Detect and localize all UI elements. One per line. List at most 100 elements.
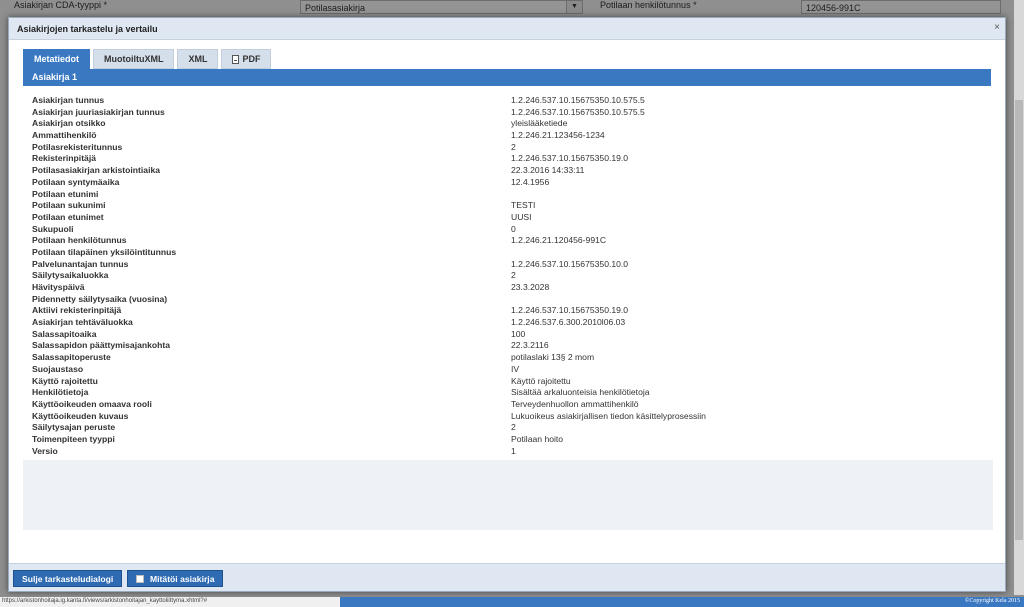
metadata-row: Säilytysaikaluokka 2 [31, 270, 991, 282]
tab-label: Metatiedot [34, 54, 79, 64]
metadata-row: Potilaan syntymäaika 12.4.1956 [31, 177, 991, 189]
void-document-button-label: Mitätöi asiakirja [150, 573, 215, 584]
copyright-text: ©Copyright Kela 2015 [964, 598, 1020, 604]
metadata-value: IV [511, 363, 520, 374]
metadata-row: Asiakirjan juuriasiakirjan tunnus 1.2.246… [31, 107, 991, 119]
metadata-value: 22.3.2016 14:33:11 [511, 165, 585, 176]
metadata-label: Asiakirjan otsikko [32, 118, 106, 129]
page-scrollbar[interactable] [1014, 0, 1024, 595]
dialog-footer: Sulje tarkasteludialogi Mitätöi asiakirj… [9, 563, 1005, 591]
dialog-title: Asiakirjojen tarkastelu ja vertailu [17, 24, 158, 34]
metadata-label: Käyttöoikeuden kuvaus [32, 410, 129, 421]
close-dialog-button[interactable]: Sulje tarkasteludialogi [13, 570, 123, 587]
metadata-value: 12.4.1956 [511, 176, 550, 187]
browser-status-bar: https://arkistonhoitaja.ig.kanta.fi/view… [0, 597, 1024, 607]
metadata-label: Potilasasiakirjan arkistointiaika [32, 165, 161, 176]
metadata-row: Henkilötietoja Sisältää arkaluonteisia he… [31, 387, 991, 399]
metadata-row: Säilytysajan peruste 2 [31, 422, 991, 434]
metadata-row: Potilaan etunimet UUSI [31, 212, 991, 224]
metadata-label: Sukupuoli [32, 223, 74, 234]
metadata-row: Toimenpiteen tyyppi Potilaan hoito [31, 434, 991, 446]
metadata-value: 2 [511, 422, 516, 433]
metadata-row: Asiakirjan tunnus 1.2.246.537.10.15675350… [31, 95, 991, 107]
metadata-label: Potilaan etunimet [32, 211, 104, 222]
metadata-value: 22.3.2116 [511, 340, 549, 351]
metadata-value: 23.3.2028 [511, 282, 550, 292]
metadata-value: 1.2.246.537.10.15675350.10.0 [511, 258, 629, 269]
metadata-row: Sukupuoli 0 [31, 224, 991, 236]
checkbox-icon [136, 574, 144, 583]
metadata-row: Ammattihenkilö 1.2.246.21.123456-1234 [31, 130, 991, 142]
metadata-list: Asiakirjan tunnus 1.2.246.537.10.15675350… [31, 95, 991, 457]
metadata-row: Salassapitoaika 100 [31, 329, 991, 341]
metadata-label: Säilytysajan peruste [32, 422, 116, 433]
tab-label: XML [188, 54, 208, 64]
status-url: https://arkistonhoitaja.ig.kanta.fi/view… [2, 598, 208, 604]
metadata-row: Salassapidon päättymisajankohta 22.3.2116 [31, 340, 991, 352]
footer-band: ©Copyright Kela 2015 [340, 597, 1024, 607]
metadata-label: Potilaan tilapäinen yksilöintitunnus [32, 246, 177, 257]
metadata-value: 0 [511, 223, 516, 234]
metadata-label: Potilaan etunimi [32, 188, 99, 199]
metadata-row: Potilaan etunimi [31, 189, 991, 201]
metadata-value: Potilaan hoito [511, 433, 564, 444]
metadata-row: Käyttöoikeuden omaava rooli Terveydenhuol… [31, 399, 991, 411]
metadata-value: 1 [511, 445, 516, 456]
metadata-value: Sisältää arkaluonteisia henkilötietoja [511, 387, 650, 398]
metadata-row: Potilasrekisteritunnus 2 [31, 142, 991, 154]
metadata-row: Pidennetty säilytysaika (vuosina) [31, 294, 991, 306]
metadata-label: Asiakirjan tehtäväluokka [32, 317, 133, 328]
metadata-row: Käyttö rajoitettu Käyttö rajoitettu [31, 376, 991, 388]
metadata-row: Rekisterinpitäjä 1.2.246.537.10.15675350.… [31, 153, 991, 165]
metadata-value: potilaslaki 13§ 2 mom [511, 352, 595, 363]
metadata-value: 1.2.246.21.120456-991C [511, 235, 607, 246]
metadata-label: Hävityspäivä [32, 282, 85, 292]
metadata-label: Potilaan syntymäaika [32, 176, 120, 187]
metadata-row: Potilaan henkilötunnus 1.2.246.21.120456-… [31, 235, 991, 247]
void-document-button[interactable]: Mitätöi asiakirja [127, 570, 224, 587]
tab-metadata[interactable]: Metatiedot [23, 49, 90, 69]
metadata-value: 2 [511, 270, 516, 281]
metadata-row: Palvelunantajan tunnus 1.2.246.537.10.156… [31, 259, 991, 271]
metadata-label: Säilytysaikaluokka [32, 270, 109, 281]
tab-pdf[interactable]: PDF [221, 49, 272, 69]
document-viewer-dialog: Asiakirjojen tarkastelu ja vertailu × Me… [8, 17, 1006, 592]
tab-label: PDF [242, 54, 261, 64]
metadata-label: Asiakirjan juuriasiakirjan tunnus [32, 106, 165, 117]
scrollbar-thumb[interactable] [1015, 100, 1023, 540]
close-dialog-button-label: Sulje tarkasteludialogi [22, 573, 114, 584]
tab-xml[interactable]: XML [177, 49, 219, 69]
metadata-row: Versio 1 [31, 446, 991, 458]
metadata-value: 1.2.246.537.10.15675350.19.0 [511, 305, 629, 316]
metadata-label: Henkilötietoja [32, 387, 89, 398]
metadata-row: Potilaan sukunimi TESTI [31, 200, 991, 212]
metadata-row: Potilaan tilapäinen yksilöintitunnus [31, 247, 991, 259]
metadata-row: Suojaustaso IV [31, 364, 991, 376]
metadata-value: 1.2.246.537.10.15675350.10.575.5 [511, 95, 645, 105]
pdf-file-icon [232, 54, 240, 64]
metadata-label: Asiakirjan tunnus [32, 95, 105, 105]
metadata-value: 2 [511, 141, 516, 152]
metadata-value: Käyttö rajoitettu [511, 375, 571, 386]
tab-formatted-xml[interactable]: MuotoiltuXML [93, 49, 175, 69]
metadata-row: Käyttöoikeuden kuvaus Lukuoikeus asiakirj… [31, 411, 991, 423]
metadata-label: Palvelunantajan tunnus [32, 258, 129, 269]
metadata-label: Salassapitoaika [32, 328, 97, 339]
metadata-label: Potilaan sukunimi [32, 200, 106, 211]
metadata-value: 100 [511, 328, 526, 339]
metadata-row: Aktiivi rekisterinpitäjä 1.2.246.537.10.1… [31, 305, 991, 317]
metadata-row: Potilasasiakirjan arkistointiaika 22.3.20… [31, 165, 991, 177]
metadata-value: Terveydenhuollon ammattihenkilö [511, 398, 639, 409]
metadata-row: Hävityspäivä 23.3.2028 [31, 282, 991, 294]
metadata-row: Salassapitoperuste potilaslaki 13§ 2 mom [31, 352, 991, 364]
close-icon[interactable]: × [994, 22, 1000, 33]
metadata-value: Lukuoikeus asiakirjallisen tiedon käsitt… [511, 410, 706, 421]
metadata-value: 1.2.246.537.6.300.2010l06.03 [511, 317, 626, 328]
metadata-label: Aktiivi rekisterinpitäjä [32, 305, 122, 316]
metadata-label: Potilaan henkilötunnus [32, 235, 127, 246]
metadata-row: Asiakirjan tehtäväluokka 1.2.246.537.6.30… [31, 317, 991, 329]
metadata-label: Käyttöoikeuden omaava rooli [32, 398, 152, 409]
metadata-value: TESTI [511, 200, 536, 211]
metadata-row: Asiakirjan otsikko yleislääketiede [31, 118, 991, 130]
tab-label: MuotoiltuXML [104, 54, 164, 64]
